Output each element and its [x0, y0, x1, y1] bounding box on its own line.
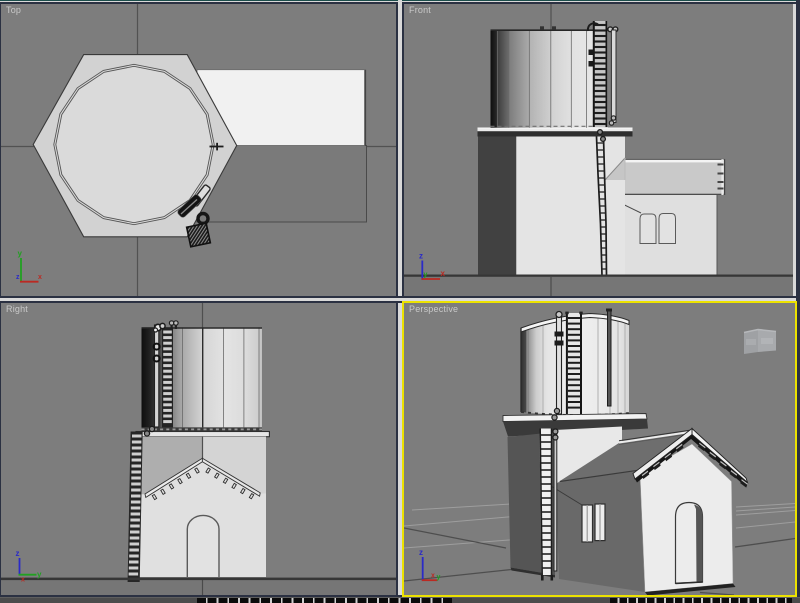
- svg-text:x: x: [431, 573, 435, 580]
- svg-text:y: y: [37, 570, 42, 579]
- svg-text:y: y: [437, 574, 441, 581]
- svg-text:x: x: [38, 274, 42, 281]
- svg-text:z: z: [16, 549, 20, 558]
- svg-text:y: y: [424, 272, 428, 279]
- svg-text:x: x: [441, 269, 446, 278]
- svg-text:z: z: [16, 274, 20, 281]
- svg-text:z: z: [419, 548, 423, 557]
- svg-text:y: y: [18, 249, 23, 258]
- svg-text:z: z: [419, 252, 423, 261]
- svg-text:x: x: [21, 577, 25, 584]
